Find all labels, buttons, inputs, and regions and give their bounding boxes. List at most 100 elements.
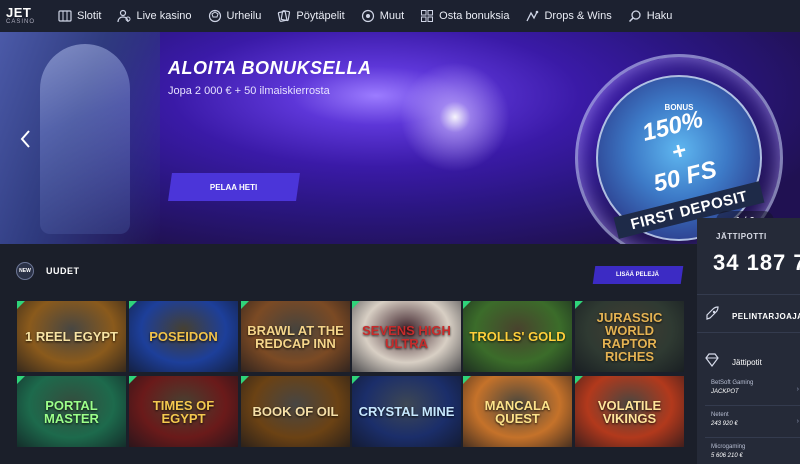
nav-label: Slotit: [77, 10, 102, 22]
jackpot-row[interactable]: Netent 243 920 € ›: [711, 412, 799, 427]
jackpot-provider: BetSoft Gaming: [711, 380, 754, 386]
nav-item-search[interactable]: Haku: [628, 0, 673, 32]
nav-item-table-games[interactable]: Pöytäpelit: [277, 0, 345, 32]
tournaments-link[interactable]: PELINTARJOAJA: [704, 306, 800, 327]
nav-label: Osta bonuksia: [439, 10, 510, 22]
nav-label: Pöytäpelit: [296, 10, 345, 22]
game-title: MANCALA QUEST: [484, 397, 551, 426]
game-tile[interactable]: PORTAL MASTER: [17, 376, 126, 447]
nav-item-drops-wins[interactable]: Drops & Wins: [525, 0, 612, 32]
play-now-label: PELAA HETI: [210, 182, 258, 192]
search-icon: [628, 9, 642, 23]
jackpot-amount: JACKPOT: [711, 389, 739, 395]
grid-icon: [420, 9, 434, 23]
tournaments-label: PELINTARJOAJA: [732, 312, 800, 321]
dice-icon: [361, 9, 375, 23]
section-title: UUDET: [46, 266, 80, 276]
section-header: NEW UUDET: [16, 262, 80, 280]
game-tile[interactable]: SEVENS HIGH ULTRA: [352, 301, 461, 372]
game-tile[interactable]: VOLATILE VIKINGS: [575, 376, 684, 447]
divider: [697, 294, 800, 295]
new-flag: [17, 301, 25, 309]
nav-label: Drops & Wins: [544, 10, 612, 22]
chevron-right-icon: ›: [796, 418, 799, 425]
game-tile[interactable]: TROLLS' GOLD: [463, 301, 572, 372]
divider: [705, 405, 800, 406]
game-tile[interactable]: BRAWL AT THE REDCAP INN: [241, 301, 350, 372]
game-title: 1 REEL EGYPT: [25, 329, 118, 344]
game-title: JURASSIC WORLD RAPTOR RICHES: [596, 309, 663, 364]
new-flag: [463, 301, 471, 309]
ball-icon: [208, 9, 222, 23]
new-flag: [17, 376, 25, 384]
light-burst: [400, 62, 510, 172]
more-games-label: LISÄÄ PELEJÄ: [616, 272, 660, 278]
jackpot-row[interactable]: BetSoft Gaming JACKPOT ›: [711, 380, 799, 395]
new-flag: [352, 376, 360, 384]
new-flag: [129, 301, 137, 309]
hero-banner[interactable]: ALOITA BONUKSELLA Jopa 2 000 € + 50 ilma…: [0, 32, 800, 244]
games-grid: 1 REEL EGYPT POSEIDON BRAWL AT THE REDCA…: [17, 301, 684, 464]
nav-item-sports[interactable]: Urheilu: [208, 0, 262, 32]
drops-icon: [525, 9, 539, 23]
jackpot-amount: 243 920 €: [711, 421, 738, 427]
game-title: TROLLS' GOLD: [469, 329, 566, 344]
game-title: BOOK OF OIL: [252, 404, 339, 419]
hero-subtitle: Jopa 2 000 € + 50 ilmaiskierrosta: [168, 85, 330, 97]
jackpot-value: 34 187 7: [713, 250, 800, 275]
diamond-icon: [704, 352, 720, 373]
game-title: VOLATILE VIKINGS: [597, 397, 662, 426]
game-title: BRAWL AT THE REDCAP INN: [247, 322, 344, 351]
game-title: SEVENS HIGH ULTRA: [362, 322, 451, 351]
game-tile[interactable]: MANCALA QUEST: [463, 376, 572, 447]
dealer-icon: [117, 9, 131, 23]
new-flag: [241, 376, 249, 384]
play-now-button[interactable]: PELAA HETI: [168, 173, 300, 201]
divider: [705, 437, 800, 438]
cards-icon: [277, 9, 291, 23]
jackpot-amount: 5 606 210 €: [711, 453, 743, 459]
chevron-left-icon[interactable]: [18, 128, 34, 150]
logo[interactable]: JET CASINO: [0, 0, 40, 32]
game-title: POSEIDON: [149, 329, 218, 344]
game-tile[interactable]: TIMES OF EGYPT: [129, 376, 238, 447]
game-tile[interactable]: POSEIDON: [129, 301, 238, 372]
hero-title: ALOITA BONUKSELLA: [168, 58, 372, 78]
nav-item-slots[interactable]: Slotit: [58, 0, 101, 32]
new-flag: [241, 301, 249, 309]
game-tile[interactable]: 1 REEL EGYPT: [17, 301, 126, 372]
nav-label: Urheilu: [226, 10, 262, 22]
logo-subtext: CASINO: [6, 18, 36, 25]
divider: [697, 332, 800, 333]
game-title: PORTAL MASTER: [44, 397, 99, 426]
nav-label: Muut: [379, 10, 405, 22]
top-navigation: JET CASINO Slotit Live kasino Urheilu Pö…: [0, 0, 800, 32]
rocket-icon: [704, 306, 720, 327]
jackpots-title: Jättipotit: [732, 358, 762, 367]
slot-icon: [58, 9, 72, 23]
new-flag: [575, 376, 583, 384]
game-tile[interactable]: BOOK OF OIL: [241, 376, 350, 447]
new-flag: [352, 301, 360, 309]
new-flag: [575, 301, 583, 309]
game-title: CRYSTAL MINE: [358, 404, 455, 419]
nav-label: Live kasino: [136, 10, 192, 22]
more-games-button[interactable]: LISÄÄ PELEJÄ: [592, 266, 684, 284]
logo-text: JET: [6, 4, 32, 20]
jackpot-row[interactable]: Microgaming 5 606 210 €: [711, 444, 799, 459]
nav-item-buy-bonus[interactable]: Osta bonuksia: [420, 0, 509, 32]
chevron-right-icon: ›: [796, 386, 799, 393]
nav-item-live-casino[interactable]: Live kasino: [117, 0, 192, 32]
new-icon: NEW: [16, 262, 34, 280]
new-flag: [129, 376, 137, 384]
nav-item-other[interactable]: Muut: [361, 0, 404, 32]
jackpot-provider: Microgaming: [711, 444, 746, 450]
game-title: TIMES OF EGYPT: [152, 397, 215, 426]
game-tile[interactable]: JURASSIC WORLD RAPTOR RICHES: [575, 301, 684, 372]
jackpot-provider: Netent: [711, 412, 729, 418]
jackpot-label: JÄTTIPOTTI: [716, 232, 767, 241]
new-flag: [463, 376, 471, 384]
game-tile[interactable]: CRYSTAL MINE: [352, 376, 461, 447]
jackpots-header: Jättipotit: [704, 352, 800, 373]
nav-label: Haku: [646, 10, 673, 22]
